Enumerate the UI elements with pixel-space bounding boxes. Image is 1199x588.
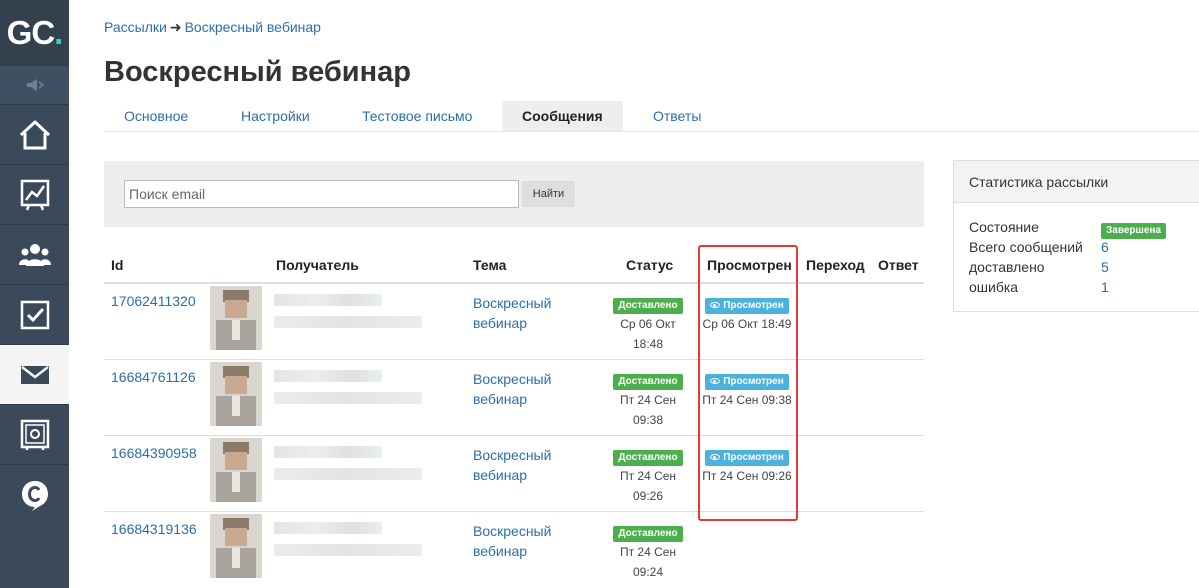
breadcrumb-parent-link[interactable]: Рассылки bbox=[104, 19, 167, 35]
chat-icon bbox=[21, 480, 48, 511]
status-cell: Доставлено Ср 06 Окт 18:48 bbox=[609, 294, 687, 354]
messages-table: Id Получатель Тема Статус Просмотрен Пер… bbox=[104, 246, 924, 588]
column-header-reply[interactable]: Ответ bbox=[878, 257, 919, 273]
recipient-email-blurred bbox=[274, 468, 422, 480]
status-badge: Доставлено bbox=[613, 450, 683, 466]
sidebar-item-users[interactable] bbox=[0, 224, 69, 284]
page-title: Воскресный вебинар bbox=[104, 56, 411, 88]
home-icon bbox=[19, 120, 50, 149]
breadcrumb: Рассылки ➜ Воскресный вебинар bbox=[104, 19, 321, 36]
search-panel: Найти bbox=[104, 161, 924, 227]
stat-state-value: Завершена bbox=[1101, 220, 1167, 239]
topic-link[interactable]: Воскресный вебинар bbox=[473, 445, 563, 485]
state-badge: Завершена bbox=[1101, 223, 1167, 239]
users-icon bbox=[18, 243, 51, 266]
column-header-id[interactable]: Id bbox=[111, 257, 123, 273]
column-header-recipient[interactable]: Получатель bbox=[276, 257, 359, 273]
status-badge: Доставлено bbox=[613, 298, 683, 314]
topic-link[interactable]: Воскресный вебинар bbox=[473, 293, 563, 333]
table-row: 16684761126 Воскресный вебинар Доставлен… bbox=[104, 360, 924, 436]
stat-state-label: Состояние bbox=[969, 219, 1039, 235]
status-cell: Доставлено Пт 24 Сен 09:24 bbox=[609, 522, 687, 582]
column-header-status[interactable]: Статус bbox=[626, 257, 673, 273]
recipient-email-blurred bbox=[274, 316, 422, 328]
table-header: Id Получатель Тема Статус Просмотрен Пер… bbox=[104, 246, 924, 284]
tasks-icon bbox=[20, 300, 49, 329]
safe-icon bbox=[20, 419, 49, 450]
stat-total-label: Всего сообщений bbox=[969, 239, 1083, 255]
collapse-sidebar-button[interactable] bbox=[0, 66, 69, 104]
search-button[interactable]: Найти bbox=[522, 181, 575, 207]
status-cell: Доставлено Пт 24 Сен 09:38 bbox=[609, 370, 687, 430]
message-id-link[interactable]: 16684390958 bbox=[111, 445, 197, 461]
stats-title: Статистика рассылки bbox=[954, 161, 1199, 203]
tab-settings[interactable]: Настройки bbox=[221, 101, 330, 131]
breadcrumb-arrow: ➜ bbox=[169, 19, 182, 35]
status-date: Пт 24 Сен 09:24 bbox=[619, 545, 677, 579]
speaker-icon bbox=[26, 79, 44, 91]
table-row: 16684319136 Воскресный вебинар Доставлен… bbox=[104, 512, 924, 588]
viewed-column-highlight bbox=[698, 245, 798, 521]
table-row: 16684390958 Воскресный вебинар Доставлен… bbox=[104, 436, 924, 512]
recipient-email-blurred bbox=[274, 392, 422, 404]
tab-bar: Основное Настройки Тестовое письмо Сообщ… bbox=[104, 101, 1199, 132]
sidebar-item-chat[interactable] bbox=[0, 464, 69, 524]
tab-messages[interactable]: Сообщения bbox=[502, 101, 623, 131]
sidebar-item-mailings[interactable] bbox=[0, 344, 69, 404]
logo-text: GC bbox=[6, 14, 55, 51]
mail-icon bbox=[20, 365, 49, 384]
tab-test-email[interactable]: Тестовое письмо bbox=[342, 101, 492, 131]
avatar bbox=[210, 514, 262, 578]
message-id-link[interactable]: 16684319136 bbox=[111, 521, 197, 537]
mailing-stats-panel: Статистика рассылки Состояние Завершена … bbox=[953, 160, 1199, 312]
avatar bbox=[210, 286, 262, 350]
stat-total-value[interactable]: 6 bbox=[1101, 239, 1109, 255]
stat-delivered-value[interactable]: 5 bbox=[1101, 259, 1109, 275]
sidebar-item-finance[interactable] bbox=[0, 404, 69, 464]
status-badge: Доставлено bbox=[613, 374, 683, 390]
breadcrumb-current-link[interactable]: Воскресный вебинар bbox=[185, 19, 321, 35]
search-input[interactable] bbox=[124, 180, 519, 208]
sidebar-item-analytics[interactable] bbox=[0, 164, 69, 224]
recipient-name-blurred bbox=[274, 522, 382, 534]
chart-icon bbox=[20, 179, 49, 210]
sidebar-item-tasks[interactable] bbox=[0, 284, 69, 344]
table-row: 17062411320 Воскресный вебинар Доставлен… bbox=[104, 284, 924, 360]
status-badge: Доставлено bbox=[613, 526, 683, 542]
logo-dot: . bbox=[54, 14, 63, 51]
stat-delivered-label: доставлено bbox=[969, 259, 1045, 275]
stat-error-label: ошибка bbox=[969, 279, 1019, 295]
stat-error-value[interactable]: 1 bbox=[1101, 279, 1109, 295]
tab-replies[interactable]: Ответы bbox=[633, 101, 721, 131]
message-id-link[interactable]: 17062411320 bbox=[111, 293, 196, 309]
recipient-name-blurred bbox=[274, 294, 382, 306]
recipient-name-blurred bbox=[274, 370, 382, 382]
status-date: Пт 24 Сен 09:26 bbox=[619, 469, 677, 503]
column-header-topic[interactable]: Тема bbox=[473, 257, 506, 273]
status-date: Пт 24 Сен 09:38 bbox=[619, 393, 677, 427]
status-cell: Доставлено Пт 24 Сен 09:26 bbox=[609, 446, 687, 506]
recipient-name-blurred bbox=[274, 446, 382, 458]
logo[interactable]: GC. bbox=[0, 0, 69, 66]
status-date: Ср 06 Окт 18:48 bbox=[620, 317, 676, 351]
topic-link[interactable]: Воскресный вебинар bbox=[473, 521, 563, 561]
sidebar: GC. bbox=[0, 0, 69, 588]
tab-main[interactable]: Основное bbox=[104, 101, 208, 131]
message-id-link[interactable]: 16684761126 bbox=[111, 369, 196, 385]
avatar bbox=[210, 362, 262, 426]
recipient-email-blurred bbox=[274, 544, 422, 556]
sidebar-item-home[interactable] bbox=[0, 104, 69, 164]
column-header-click[interactable]: Переход bbox=[806, 257, 865, 273]
avatar bbox=[210, 438, 262, 502]
topic-link[interactable]: Воскресный вебинар bbox=[473, 369, 563, 409]
